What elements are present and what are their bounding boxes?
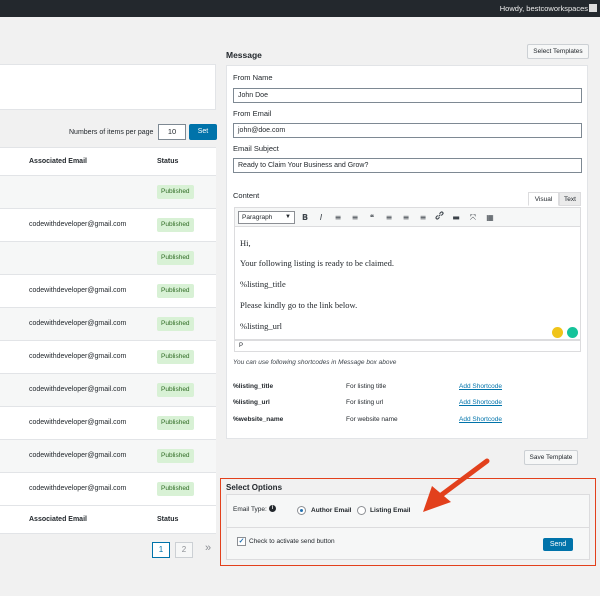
annotation-arrow-icon bbox=[423, 458, 490, 512]
